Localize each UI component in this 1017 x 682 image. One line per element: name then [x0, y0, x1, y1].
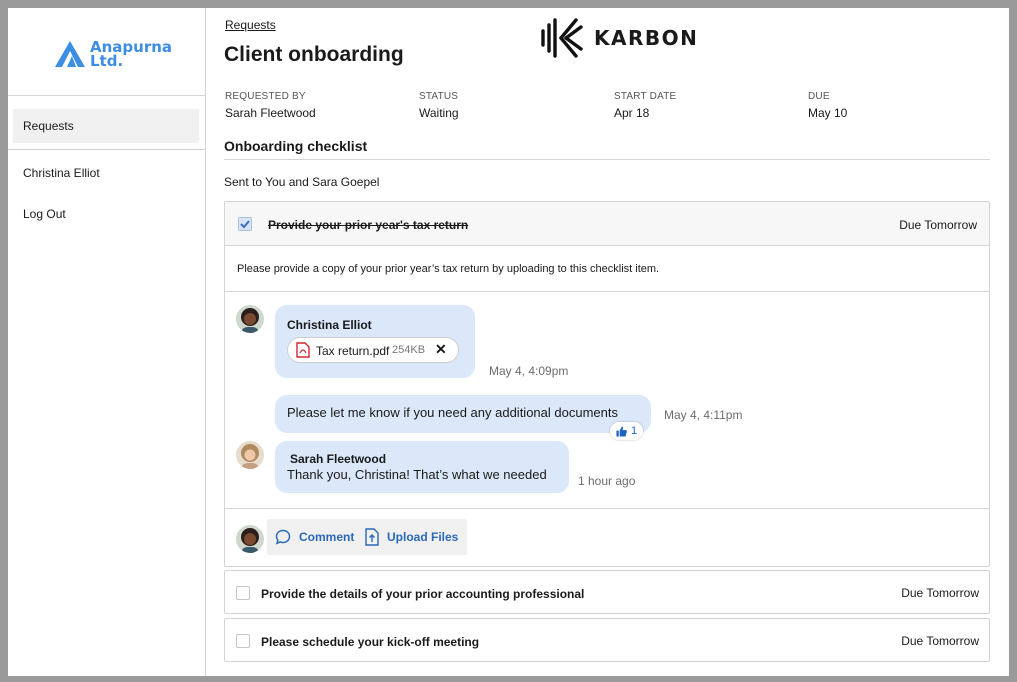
mountain-logo-icon [55, 41, 85, 67]
thumbs-up-icon [616, 425, 627, 437]
current-user-avatar-icon [236, 525, 264, 553]
requested-by-label: REQUESTED BY [225, 91, 306, 102]
item-title: Provide the details of your prior accoun… [261, 587, 585, 601]
message-bubble: Please let me know if you need any addit… [275, 395, 651, 440]
current-user-avatar [236, 525, 264, 553]
sidebar-divider [8, 149, 205, 150]
checklist-item[interactable]: Please schedule your kick-off meeting Du… [224, 618, 990, 662]
message-time: May 4, 4:09pm [489, 364, 569, 378]
status-value: Waiting [419, 106, 459, 120]
item-checkbox[interactable] [236, 586, 250, 600]
item-title: Provide your prior year's tax return [268, 218, 469, 232]
sidebar-item-logout[interactable]: Log Out [23, 207, 66, 221]
message-author: Sarah Fleetwood [290, 452, 387, 466]
action-bar: Comment Upload Files [267, 519, 467, 555]
avatar-sarah-icon [236, 441, 264, 469]
checklist-item-header[interactable]: Provide your prior year's tax return Due… [225, 202, 989, 246]
app-window: Anapurna Ltd. Requests Christina Elliot … [8, 8, 1009, 676]
avatar-christina-icon [236, 305, 264, 333]
avatar-christina [236, 305, 264, 333]
item-checkbox[interactable] [236, 634, 250, 648]
attachment-size: 254KB [392, 344, 426, 356]
item-description: Please provide a copy of your prior year… [237, 263, 660, 275]
start-date-value: Apr 18 [614, 106, 650, 120]
section-divider [224, 159, 990, 160]
attachment-name: Tax return.pdf [316, 344, 390, 358]
comment-label: Comment [299, 530, 355, 544]
actions-divider [225, 508, 989, 509]
status-label: STATUS [419, 91, 459, 102]
comment-button[interactable]: Comment [275, 519, 354, 555]
message-text: Thank you, Christina! That’s what we nee… [287, 467, 547, 482]
remove-attachment-close-icon[interactable]: ✕ [435, 341, 447, 358]
upload-label: Upload Files [387, 530, 459, 544]
requested-by-value: Sarah Fleetwood [225, 106, 316, 120]
checklist-item-expanded: Provide your prior year's tax return Due… [224, 201, 990, 567]
comment-bubble-icon [275, 529, 291, 545]
pdf-file-icon [296, 342, 310, 358]
message-bubble: Sarah Fleetwood Thank you, Christina! Th… [275, 441, 569, 493]
upload-file-icon [365, 528, 379, 546]
upload-files-button[interactable]: Upload Files [365, 519, 458, 555]
company-logo: Anapurna Ltd. [54, 40, 172, 70]
karbon-mark-icon [541, 18, 583, 58]
brand-logo: KARBON [538, 15, 698, 61]
thumbs-up-reaction[interactable]: 1 [610, 422, 644, 440]
item-due: Due Tomorrow [901, 634, 979, 648]
item-title: Please schedule your kick-off meeting [261, 635, 480, 649]
sent-to-text: Sent to You and Sara Goepel [224, 175, 380, 189]
attachment-chip[interactable]: Tax return.pdf 254KB ✕ [287, 337, 459, 363]
reaction-count: 1 [631, 425, 638, 437]
page-title: Client onboarding [224, 43, 404, 66]
item-due: Due Tomorrow [901, 586, 979, 600]
start-date-label: START DATE [614, 91, 677, 102]
sidebar: Anapurna Ltd. Requests Christina Elliot … [8, 8, 206, 676]
logo-line-2: Ltd. [90, 52, 124, 70]
brand-name: KARBON [594, 26, 699, 50]
breadcrumb-requests[interactable]: Requests [225, 18, 276, 32]
message-author: Christina Elliot [287, 318, 372, 332]
description-divider [225, 291, 989, 292]
main-content: Requests Client onboarding KARBON REQUES… [224, 8, 990, 676]
checklist-title: Onboarding checklist [224, 138, 368, 154]
logo-text: Anapurna Ltd. [90, 40, 172, 70]
message-bubble: Christina Elliot Tax return.pdf 254KB ✕ [275, 305, 475, 378]
due-value: May 10 [808, 106, 848, 120]
message-text: Please let me know if you need any addit… [287, 405, 618, 420]
due-label: DUE [808, 91, 830, 102]
avatar-sarah [236, 441, 264, 469]
message-time: May 4, 4:11pm [664, 408, 743, 422]
checklist-item[interactable]: Provide the details of your prior accoun… [224, 570, 990, 614]
sidebar-user-name[interactable]: Christina Elliot [23, 166, 100, 180]
sidebar-divider [8, 95, 205, 96]
message-time: 1 hour ago [578, 474, 636, 488]
sidebar-item-requests[interactable]: Requests [13, 109, 199, 143]
checkmark-icon [240, 220, 250, 229]
item-checkbox[interactable] [238, 217, 252, 231]
item-due: Due Tomorrow [899, 218, 977, 232]
